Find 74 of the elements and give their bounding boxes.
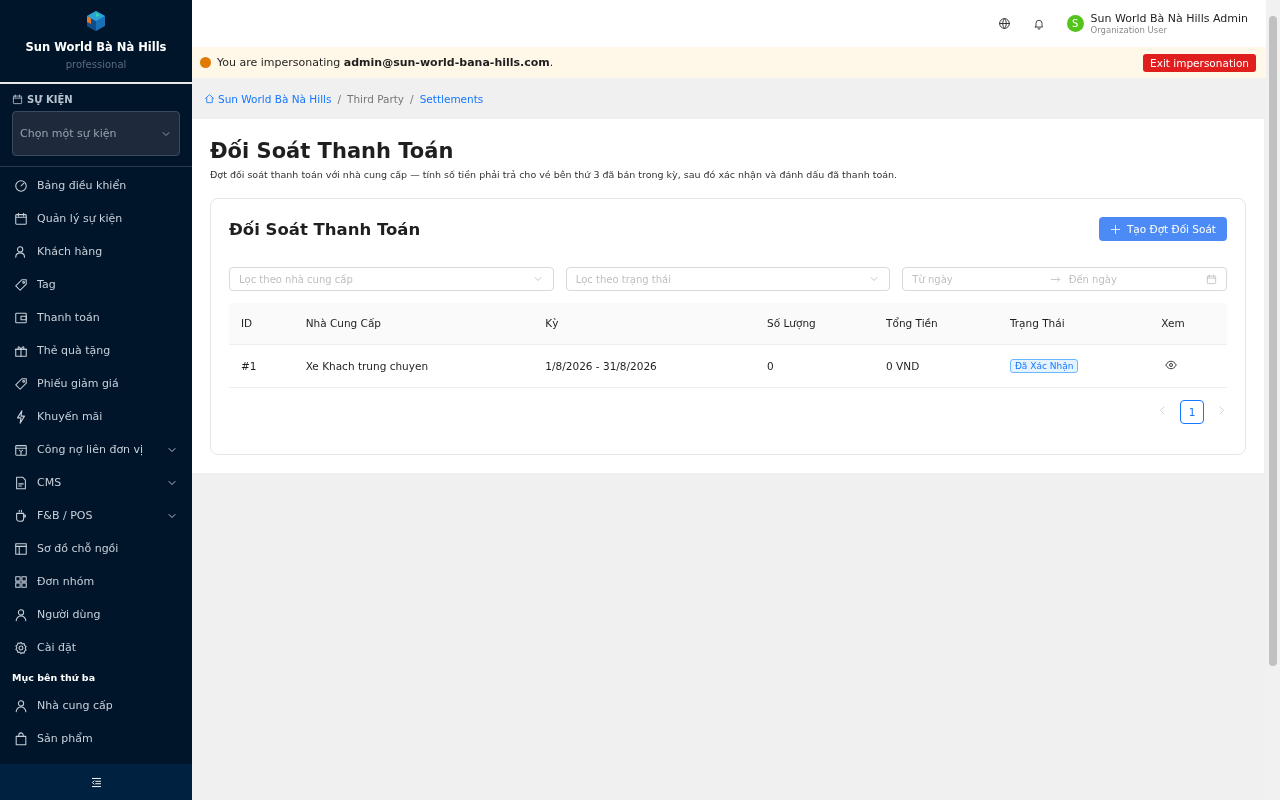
document-icon [14,475,28,490]
table-cell: 0 VND [874,344,998,387]
menu-item[interactable]: F&B / POS [0,499,192,532]
collapse-button[interactable] [0,764,192,800]
page-title: Đối Soát Thanh Toán [210,139,455,163]
tag-icon [14,376,28,391]
card-title: Đối Soát Thanh Toán [229,219,421,239]
globe-icon [997,17,1011,30]
user-name: Sun World Bà Nà Hills Admin [1090,12,1248,25]
collapse-icon [89,775,103,789]
column-header: Nhà Cung Cấp [293,303,534,344]
menu-item[interactable]: Người dùng [0,598,192,631]
menu-item[interactable]: Tag [0,268,192,301]
breadcrumb-link[interactable]: Settlements [419,92,484,105]
column-header: Tổng Tiền [874,303,998,344]
table-cell: Xe Khach trung chuyen [293,344,534,387]
table-cell: 0 [755,344,875,387]
plan-label: professional [65,59,127,70]
gear-icon [14,640,28,655]
page-button[interactable]: 1 [1180,399,1204,424]
menu-item[interactable]: CMS [0,466,192,499]
table-cell: #1 [229,344,294,387]
home-icon [204,93,215,104]
menu-item[interactable]: Bảng điều khiển [0,169,192,202]
exit-impersonation-button[interactable]: Exit impersonation [1143,53,1256,72]
section-label: SỰ KIỆN [27,94,73,105]
column-header: Xem [1149,303,1227,344]
gauge-icon [14,178,28,193]
column-header: Kỳ [533,303,756,344]
breadcrumb-link[interactable]: Sun World Bà Nà Hills [204,92,332,105]
menu-item[interactable]: Thẻ quà tặng [0,334,192,367]
user-icon [14,698,28,713]
page-description: Đợt đối soát thanh toán với nhà cung cấp — tính số tiền phải trả cho vé bên thứ 3 đã bán trong kỳ, sau đó xác nhận và đánh dấu đã thanh toán. [210,169,899,180]
bell-icon [1032,17,1045,30]
menu-item[interactable]: Nhà cung cấp [0,689,192,722]
user-icon [14,607,28,622]
breadcrumb-item: Third Party [347,92,405,105]
menu-item[interactable]: Công nợ liên đơn vị [0,433,192,466]
bag-icon [14,731,28,746]
calendar-icon [14,211,28,226]
column-header: Số Lượng [755,303,875,344]
column-header: ID [229,303,294,344]
menu-item[interactable]: Quản lý sự kiện [0,202,192,235]
cube-logo-icon [85,10,107,32]
gift-icon [14,343,28,358]
table-cell: 1/8/2026 - 31/8/2026 [533,344,756,387]
breadcrumb-separator: / [337,92,341,105]
user-role: Organization User [1090,25,1168,35]
menu-item[interactable]: Thanh toán [0,301,192,334]
group-title: Mục bên thứ ba [11,671,97,685]
menu-item[interactable]: Phiếu giảm giá [0,367,192,400]
menu-item[interactable]: Đơn nhóm [0,565,192,598]
menu-item[interactable]: Cài đặt [0,631,192,664]
layout-icon [14,541,28,556]
tag-icon [14,277,28,292]
grid-icon [14,574,28,589]
calendar-icon [14,442,28,457]
brand-name: Sun World Bà Nà Hills [25,40,167,54]
column-header: Trạng Thái [997,303,1150,344]
menu-item[interactable]: Khuyến mãi [0,400,192,433]
wallet-icon [14,310,28,325]
breadcrumb-separator: / [410,92,414,105]
calendar-icon [12,94,23,105]
cup-icon [14,508,28,523]
impersonation-message: You are impersonating admin@sun-world-bana-hills.com. [217,56,555,69]
status-tag: Đã Xác Nhận [1009,358,1079,373]
event-select[interactable]: Chọn một sự kiện [12,111,180,156]
menu-item[interactable]: Sơ đồ chỗ ngồi [0,532,192,565]
menu-item[interactable]: Khách hàng [0,235,192,268]
menu-item[interactable]: Sản phẩm [0,722,192,755]
eye-icon[interactable] [1165,358,1178,371]
calendar-icon [1206,273,1217,285]
plus-icon [1109,223,1121,235]
lightning-icon [14,409,28,424]
